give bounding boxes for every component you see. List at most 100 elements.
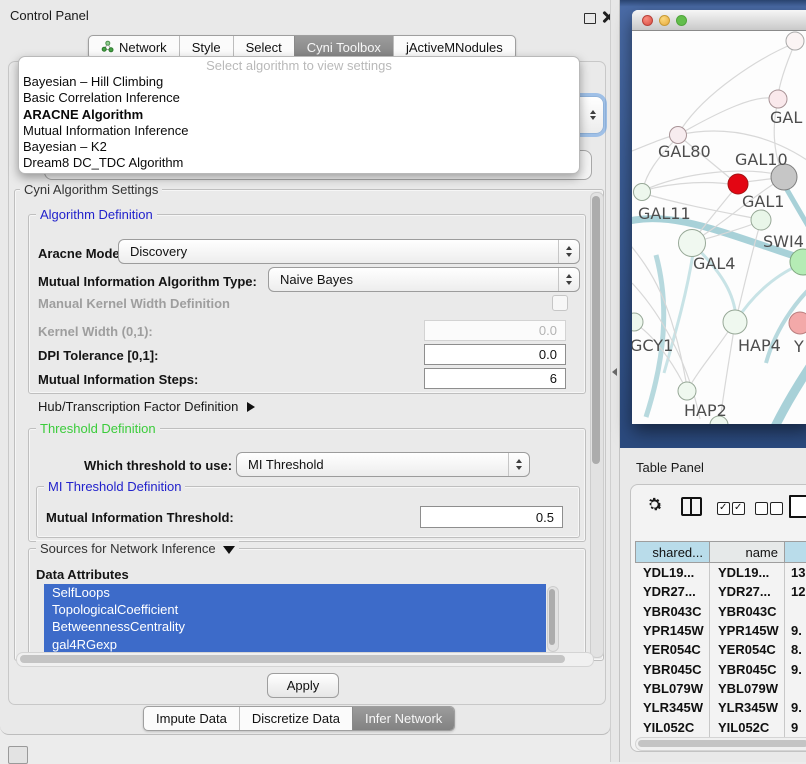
tab-discretize-data[interactable]: Discretize Data	[239, 707, 352, 730]
mi-threshold-label: Mutual Information Threshold:	[46, 510, 234, 525]
checked-checkbox-icon[interactable]: ✓	[717, 502, 730, 515]
table-cell[interactable]: YDR27...	[635, 582, 710, 601]
table-cell[interactable]: YER054C	[710, 640, 785, 659]
checked-checkbox-icon[interactable]: ✓	[732, 502, 745, 515]
scrollbar-thumb[interactable]	[592, 196, 600, 464]
attribute-item-gal4rgexp[interactable]: gal4RGexp	[44, 636, 546, 653]
table-cell[interactable]: YIL052C	[635, 717, 710, 736]
table-cell[interactable]: YPR145W	[635, 621, 710, 640]
panel-splitter[interactable]	[610, 0, 620, 762]
settings-vertical-scrollbar[interactable]	[590, 192, 604, 658]
table-cell[interactable]: YBL079W	[635, 679, 710, 698]
table-cell[interactable]	[785, 679, 806, 698]
table-cell[interactable]: 9.	[785, 659, 806, 678]
tab-impute-data[interactable]: Impute Data	[144, 707, 239, 730]
tab-label: Network	[119, 40, 167, 55]
attributes-vertical-scrollbar[interactable]	[547, 586, 559, 652]
table-cell[interactable]: YIL052C	[710, 717, 785, 736]
network-node[interactable]	[786, 32, 804, 50]
split-column-icon[interactable]	[681, 497, 702, 516]
algorithm-option-mutual-information-inference[interactable]: Mutual Information Inference	[19, 123, 579, 139]
table-row: YLR345WYLR345W9.	[635, 698, 806, 717]
which-threshold-combobox[interactable]: MI Threshold	[236, 452, 530, 477]
hub-definition-expander[interactable]: Hub/Transcription Factor Definition	[38, 399, 255, 414]
table-cell[interactable]: YDL19...	[710, 563, 785, 582]
unchecked-checkbox-icon[interactable]	[755, 502, 768, 515]
algorithm-option-dream8-dc-tdc-algorithm[interactable]: Dream8 DC_TDC Algorithm	[19, 155, 579, 171]
table-cell[interactable]: 13	[785, 563, 806, 582]
table-panel-body: ✓ ✓ shared...name YDL19...YDL19...13YDR2…	[630, 484, 806, 752]
table-cell[interactable]: 9	[785, 717, 806, 736]
mi-threshold-field[interactable]: 0.5	[420, 506, 563, 528]
close-window-icon[interactable]	[642, 15, 653, 26]
network-node-gal4[interactable]	[679, 230, 706, 257]
network-window: GALGAL80GAL10GAL11GAL1SWI4GAL4GCY1HAP4YH…	[632, 10, 806, 424]
unchecked-checkbox-icon[interactable]	[770, 502, 783, 515]
table-cell[interactable]: YPR145W	[710, 621, 785, 640]
aracne-mode-combobox[interactable]: Discovery	[118, 239, 580, 264]
network-node[interactable]	[728, 174, 748, 194]
algorithm-option-aracne-algorithm[interactable]: ARACNE Algorithm	[19, 107, 579, 123]
table-row: YDL19...YDL19...13	[635, 563, 806, 582]
collapse-arrow-icon	[223, 546, 235, 554]
float-panel-icon[interactable]	[584, 13, 596, 24]
column-header-shared[interactable]: shared...	[635, 541, 710, 563]
table-cell[interactable]: YLR345W	[710, 698, 785, 717]
settings-horizontal-scrollbar[interactable]	[16, 652, 594, 667]
zoom-window-icon[interactable]	[676, 15, 687, 26]
table-cell[interactable]: YDL19...	[635, 563, 710, 582]
table-horizontal-scrollbar[interactable]	[635, 737, 806, 751]
table-row: YDR27...YDR27...12	[635, 582, 806, 601]
algorithm-option-bayesian-hill-climbing[interactable]: Bayesian – Hill Climbing	[19, 74, 579, 90]
sources-group-title[interactable]: Sources for Network Inference	[36, 541, 239, 556]
network-node-gal11[interactable]	[634, 184, 651, 201]
tab-label: Discretize Data	[252, 711, 340, 726]
table-cell[interactable]: YBR043C	[635, 602, 710, 621]
table-cell[interactable]: YLR345W	[635, 698, 710, 717]
scrollbar-thumb[interactable]	[20, 655, 565, 663]
control-panel-title: Control Panel	[10, 8, 89, 23]
network-canvas[interactable]: GALGAL80GAL10GAL11GAL1SWI4GAL4GCY1HAP4YH…	[632, 31, 806, 424]
kernel-width-field[interactable]: 0.0	[424, 320, 566, 341]
mi-algorithm-type-combobox[interactable]: Naive Bayes	[268, 267, 580, 292]
table-cell[interactable]: 9.	[785, 621, 806, 640]
algorithm-option-bayesian-k2[interactable]: Bayesian – K2	[19, 139, 579, 155]
manual-kernel-width-checkbox[interactable]	[552, 295, 568, 311]
minimize-window-icon[interactable]	[659, 15, 670, 26]
algorithm-option-basic-correlation-inference[interactable]: Basic Correlation Inference	[19, 90, 579, 106]
scrollbar-thumb[interactable]	[638, 740, 806, 747]
scrollbar-thumb[interactable]	[549, 589, 555, 645]
apply-button[interactable]: Apply	[267, 673, 339, 698]
mi-steps-label: Mutual Information Steps:	[38, 372, 198, 387]
dpi-tolerance-field[interactable]: 0.0	[424, 344, 566, 365]
network-node-gal[interactable]	[769, 90, 787, 108]
attribute-item-topologicalcoefficient[interactable]: TopologicalCoefficient	[44, 601, 546, 618]
table-cell[interactable]: YBR045C	[635, 659, 710, 678]
tab-infer-network[interactable]: Infer Network	[352, 707, 454, 730]
network-node-hap2[interactable]	[678, 382, 696, 400]
attribute-item-betweennesscentrality[interactable]: BetweennessCentrality	[44, 618, 546, 635]
gear-icon[interactable]	[645, 495, 664, 514]
attribute-item-selfloops[interactable]: SelfLoops	[44, 584, 546, 601]
node-label-hap2: HAP2	[684, 401, 727, 420]
splitter-collapse-icon[interactable]	[612, 368, 617, 376]
table-cell[interactable]: YBR045C	[710, 659, 785, 678]
table-cell[interactable]: YER054C	[635, 640, 710, 659]
mi-steps-field[interactable]: 6	[424, 368, 566, 389]
table-cell[interactable]: 9.	[785, 698, 806, 717]
table-cell[interactable]: 8.	[785, 640, 806, 659]
table-cell[interactable]: YDR27...	[710, 582, 785, 601]
table-cell[interactable]	[785, 602, 806, 621]
network-window-titlebar[interactable]	[632, 10, 806, 31]
network-node-y[interactable]	[789, 312, 806, 334]
network-node-gal80[interactable]	[670, 127, 687, 144]
column-header-2[interactable]	[785, 541, 806, 563]
document-icon[interactable]	[789, 495, 806, 518]
column-header-name[interactable]: name	[710, 541, 785, 563]
table-cell[interactable]: 12	[785, 582, 806, 601]
table-cell[interactable]: YBR043C	[710, 602, 785, 621]
minimized-panel-icon[interactable]	[8, 746, 28, 764]
table-cell[interactable]: YBL079W	[710, 679, 785, 698]
network-node-hap4[interactable]	[723, 310, 747, 334]
network-node-gal1[interactable]	[751, 210, 771, 230]
